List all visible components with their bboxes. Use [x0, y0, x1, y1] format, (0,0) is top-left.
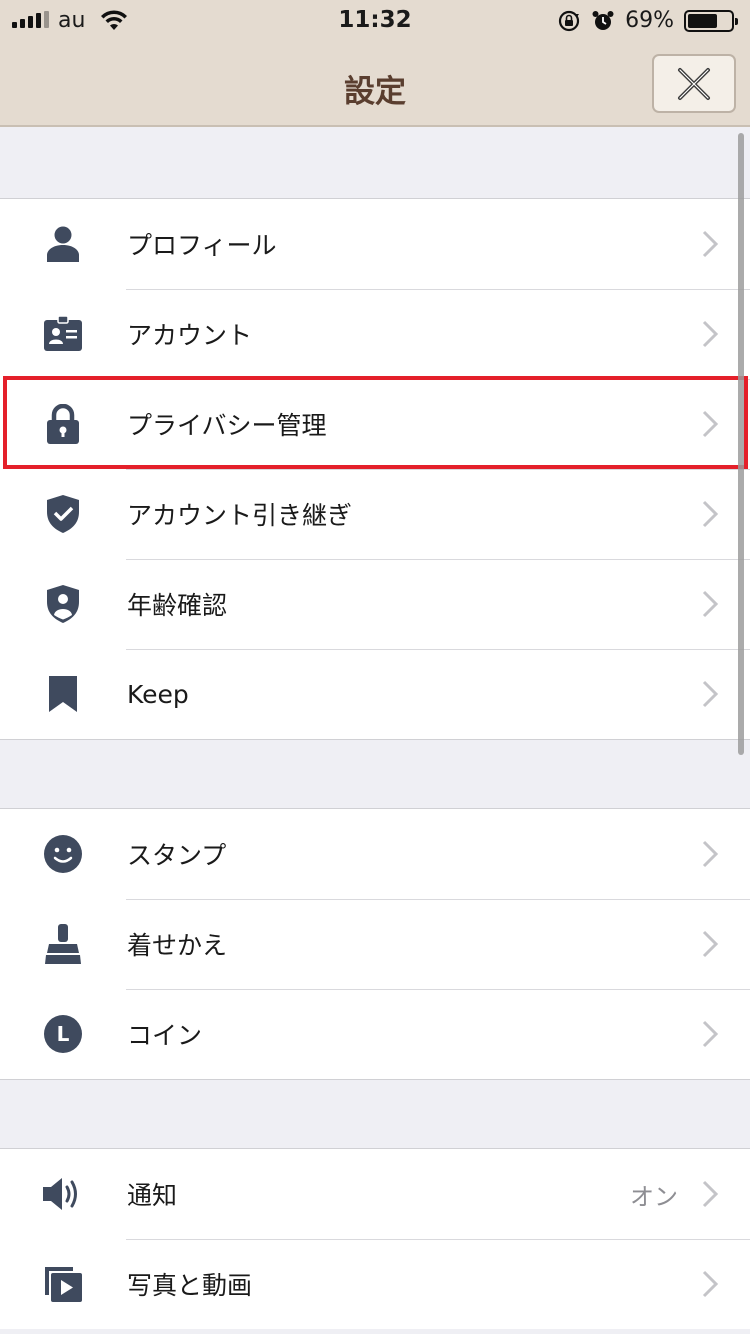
settings-item-label: スタンプ: [127, 841, 227, 870]
chevron-right-icon: [702, 1270, 719, 1298]
bookmark-icon: [42, 673, 84, 715]
settings-item-label: プライバシー管理: [127, 411, 327, 440]
settings-item-privacy[interactable]: プライバシー管理: [0, 379, 750, 469]
settings-item-profile[interactable]: プロフィール: [0, 199, 750, 289]
chevron-right-icon: [702, 840, 719, 868]
settings-item-notifications[interactable]: 通知 オン: [0, 1149, 750, 1239]
battery-icon: [684, 9, 738, 32]
chevron-right-icon: [702, 1020, 719, 1048]
settings-item-label: アカウント: [127, 321, 253, 350]
page-title: 設定: [344, 74, 406, 110]
battery-fill: [688, 13, 717, 28]
lock-icon: [42, 403, 84, 445]
chevron-right-icon: [702, 1180, 719, 1208]
battery-percent: 69%: [625, 8, 674, 33]
close-button[interactable]: [652, 54, 736, 113]
settings-item-account[interactable]: アカウント: [0, 289, 750, 379]
coin-icon: L: [42, 1013, 84, 1055]
navigation-bar: au 11:32 69% 設定: [0, 0, 750, 127]
chevron-right-icon: [702, 680, 719, 708]
settings-item-label: 写真と動画: [127, 1271, 253, 1300]
chevron-right-icon: [702, 410, 719, 438]
settings-item-label: Keep: [127, 679, 189, 709]
chevron-right-icon: [702, 930, 719, 958]
settings-item-themes[interactable]: 着せかえ: [0, 899, 750, 989]
settings-item-label: コイン: [127, 1021, 203, 1050]
chevron-right-icon: [702, 320, 719, 348]
shield-check-icon: [42, 493, 84, 535]
settings-item-photos-videos[interactable]: 写真と動画: [0, 1239, 750, 1329]
settings-item-account-transfer[interactable]: アカウント引き継ぎ: [0, 469, 750, 559]
settings-section-content: スタンプ 着せかえ L コイン: [0, 808, 750, 1080]
settings-section-general: 通知 オン 写真と動画: [0, 1148, 750, 1329]
settings-item-label: 通知: [127, 1181, 178, 1210]
settings-item-age-verification[interactable]: 年齢確認: [0, 559, 750, 649]
close-icon: [678, 67, 710, 100]
status-bar: au 11:32 69%: [0, 0, 750, 40]
shield-person-icon: [42, 583, 84, 625]
smiley-icon: [42, 833, 84, 875]
alarm-icon: [592, 10, 614, 30]
photo-video-icon: [42, 1263, 84, 1305]
chevron-right-icon: [702, 230, 719, 258]
settings-item-label: プロフィール: [127, 231, 277, 260]
notification-status-value: オン: [630, 1182, 678, 1211]
chevron-right-icon: [702, 590, 719, 618]
settings-item-stickers[interactable]: スタンプ: [0, 809, 750, 899]
settings-section-account: プロフィール アカウント プライバシー管理 アカウント引き継ぎ 年齢確認 Kee: [0, 198, 750, 740]
settings-item-keep[interactable]: Keep: [0, 649, 750, 739]
settings-item-label: 年齢確認: [127, 591, 228, 620]
speaker-icon: [42, 1173, 84, 1215]
brush-icon: [42, 923, 84, 965]
settings-item-label: 着せかえ: [127, 931, 228, 960]
settings-item-coins[interactable]: L コイン: [0, 989, 750, 1079]
settings-item-label: アカウント引き継ぎ: [127, 501, 353, 530]
scrollbar[interactable]: [738, 133, 744, 755]
id-card-icon: [42, 313, 84, 355]
coin-letter: L: [57, 1022, 70, 1046]
rotation-lock-icon: [558, 10, 580, 31]
chevron-right-icon: [702, 500, 719, 528]
person-icon: [42, 223, 84, 265]
